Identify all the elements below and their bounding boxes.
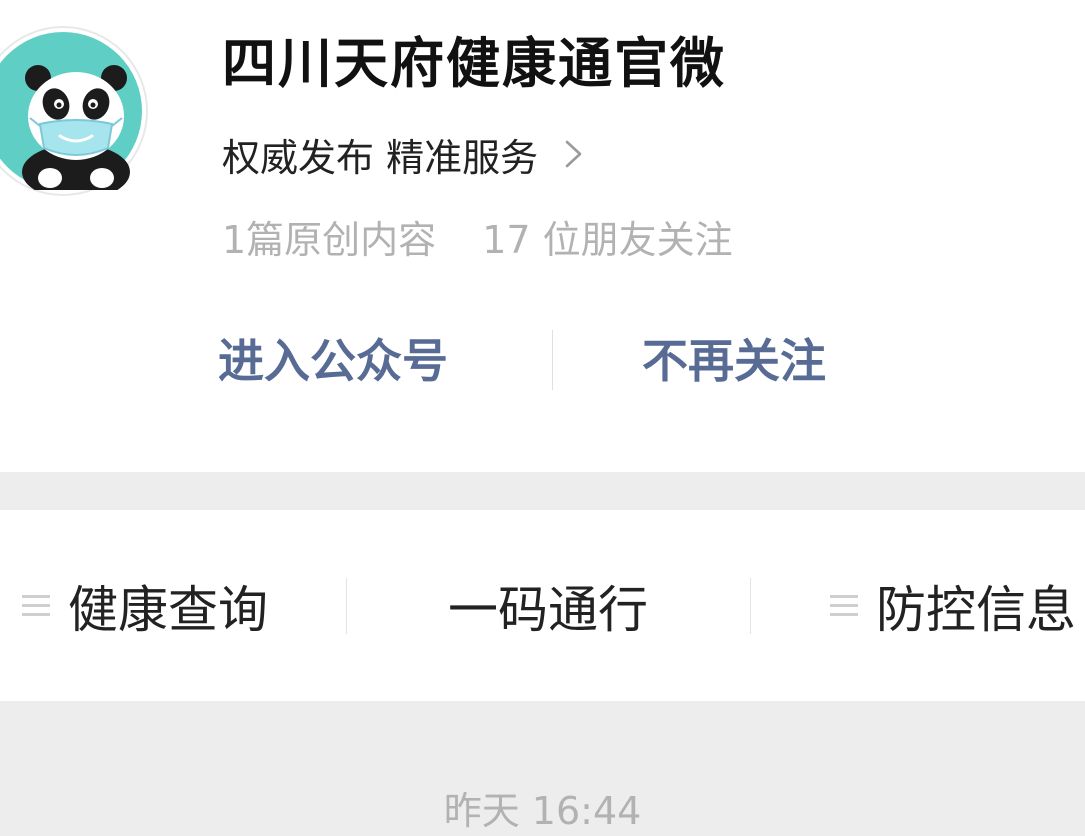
panda-with-mask-icon bbox=[0, 32, 142, 190]
enter-account-button[interactable]: 进入公众号 bbox=[218, 320, 448, 402]
account-intro-link[interactable]: 权威发布 精准服务 bbox=[222, 126, 586, 182]
action-bar: 进入公众号 不再关注 bbox=[0, 320, 1085, 402]
friends-following-count: 17 位朋友关注 bbox=[482, 217, 733, 262]
unfollow-button[interactable]: 不再关注 bbox=[642, 320, 826, 402]
menu-item-health-query[interactable]: 健康查询 bbox=[22, 510, 268, 701]
account-name: 四川天府健康通官微 bbox=[222, 32, 726, 95]
menu-item-one-code-pass[interactable]: 一码通行 bbox=[448, 510, 648, 701]
account-intro: 权威发布 精准服务 bbox=[222, 135, 539, 180]
menu-item-prevention-info[interactable]: 防控信息 bbox=[830, 510, 1076, 701]
menu-bar: 健康查询 一码通行 防控信息 bbox=[0, 510, 1085, 701]
profile-card: 四川天府健康通官微 权威发布 精准服务 1篇原创内容 17 位朋友关注 进入公众… bbox=[0, 0, 1085, 472]
menu-item-label: 一码通行 bbox=[448, 580, 648, 639]
menu-lines-icon bbox=[830, 594, 858, 616]
menu-divider bbox=[346, 578, 347, 634]
message-timestamp: 昨天 16:44 bbox=[443, 789, 642, 833]
original-articles-count: 1篇原创内容 bbox=[222, 217, 437, 262]
action-divider bbox=[552, 330, 553, 390]
chevron-right-icon bbox=[565, 140, 582, 168]
menu-divider bbox=[750, 578, 751, 634]
menu-item-label: 健康查询 bbox=[68, 580, 268, 639]
account-stats: 1篇原创内容 17 位朋友关注 bbox=[222, 208, 733, 264]
menu-item-label: 防控信息 bbox=[876, 580, 1076, 639]
menu-lines-icon bbox=[22, 594, 50, 616]
avatar[interactable] bbox=[0, 28, 146, 194]
